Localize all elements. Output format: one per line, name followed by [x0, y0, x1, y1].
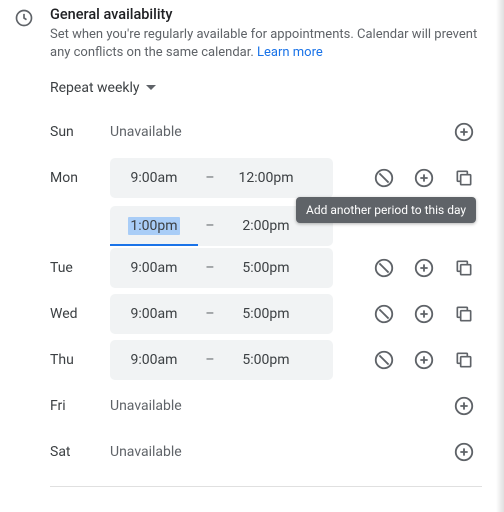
unavailable-text: Unavailable [110, 432, 333, 460]
add-period-button[interactable] [412, 348, 436, 372]
time-period: 9:00am – 5:00pm [110, 248, 333, 288]
day-row-sat: Sat Unavailable [50, 430, 482, 476]
dash: – [198, 218, 222, 234]
day-label: Thu [50, 340, 110, 368]
day-label: Sun [50, 112, 110, 140]
tooltip-add-period: Add another period to this day [296, 197, 476, 223]
time-period: 9:00am – 5:00pm [110, 340, 333, 380]
end-time-input[interactable]: 5:00pm [222, 340, 310, 380]
remove-period-button[interactable] [372, 256, 396, 280]
dash: – [198, 352, 222, 368]
dash: – [198, 306, 222, 322]
copy-icon[interactable] [452, 166, 476, 190]
unavailable-text: Unavailable [110, 386, 333, 414]
start-time-input[interactable]: 1:00pm [110, 206, 198, 246]
add-period-button[interactable] [412, 302, 436, 326]
dash: – [198, 260, 222, 276]
add-period-button[interactable] [412, 166, 436, 190]
day-label: Mon [50, 158, 110, 186]
copy-icon[interactable] [452, 348, 476, 372]
day-label: Wed [50, 294, 110, 322]
unavailable-text: Unavailable [110, 112, 333, 140]
day-label: Fri [50, 386, 110, 414]
divider [50, 486, 482, 487]
start-time-input[interactable]: 9:00am [110, 340, 198, 380]
day-row-fri: Fri Unavailable [50, 384, 482, 430]
end-time-input[interactable]: 12:00pm [222, 158, 310, 198]
remove-period-button[interactable] [372, 348, 396, 372]
remove-period-button[interactable] [372, 302, 396, 326]
section-title: General availability [50, 6, 482, 23]
copy-icon[interactable] [452, 256, 476, 280]
scrollbar-edge [496, 0, 504, 512]
add-period-button[interactable] [452, 120, 476, 144]
learn-more-link[interactable]: Learn more [257, 45, 323, 60]
day-row-sun: Sun Unavailable [50, 110, 482, 156]
section-subtitle: Set when you're regularly available for … [50, 26, 482, 62]
day-row-tue: Tue 9:00am – 5:00pm [50, 246, 482, 292]
end-time-input[interactable]: 5:00pm [222, 294, 310, 334]
start-time-input[interactable]: 9:00am [110, 158, 198, 198]
time-period: 9:00am – 12:00pm [110, 158, 333, 198]
remove-period-button[interactable] [372, 166, 396, 190]
copy-icon[interactable] [452, 302, 476, 326]
clock-icon [14, 8, 34, 32]
time-period: 9:00am – 5:00pm [110, 294, 333, 334]
day-label: Sat [50, 432, 110, 460]
dash: – [198, 170, 222, 186]
day-label: Tue [50, 248, 110, 276]
chevron-down-icon [146, 85, 156, 91]
add-period-button[interactable] [452, 394, 476, 418]
start-time-input[interactable]: 9:00am [110, 248, 198, 288]
repeat-dropdown[interactable]: Repeat weekly [50, 80, 482, 96]
day-row-wed: Wed 9:00am – 5:00pm [50, 292, 482, 338]
day-row-thu: Thu 9:00am – 5:00pm [50, 338, 482, 384]
add-period-button[interactable] [452, 440, 476, 464]
add-period-button[interactable] [412, 256, 436, 280]
end-time-input[interactable]: 5:00pm [222, 248, 310, 288]
start-time-input[interactable]: 9:00am [110, 294, 198, 334]
